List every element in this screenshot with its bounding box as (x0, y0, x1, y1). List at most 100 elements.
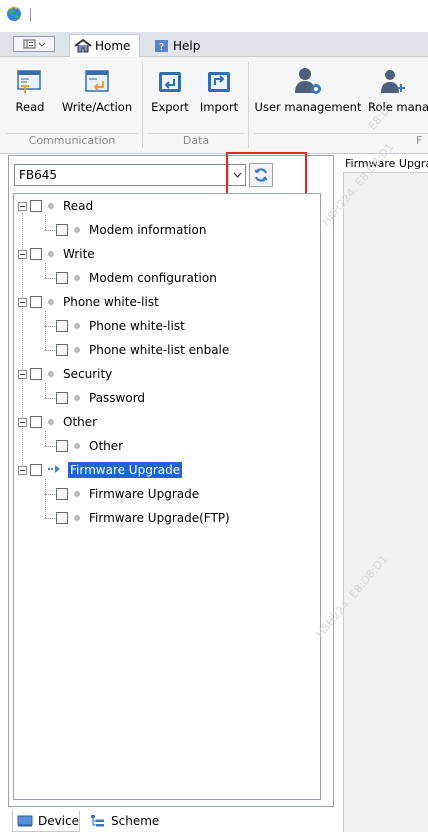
export-icon (159, 72, 181, 92)
tree-node-label: Modem information (89, 223, 207, 237)
bullet-icon (74, 347, 80, 353)
tree-node-password[interactable]: Password (56, 388, 145, 408)
tab-device-label: Device (37, 813, 79, 828)
checkbox[interactable] (30, 296, 42, 308)
tree-node-label: Security (63, 367, 113, 381)
tree-connector (45, 215, 46, 230)
tab-home-label: Home (95, 39, 131, 53)
write-action-button-label: Write/Action (61, 100, 133, 114)
title-separator (30, 8, 31, 22)
bullet-icon (74, 275, 80, 281)
group-separator (142, 62, 143, 148)
tree-node-firmware-upgrade-ftp[interactable]: Firmware Upgrade(FTP) (56, 508, 230, 528)
user-management-button[interactable]: User management (254, 60, 362, 118)
tree-node-label: Firmware Upgrade (89, 487, 200, 501)
tree-connector (45, 398, 55, 399)
bullet-icon (74, 443, 80, 449)
import-icon (208, 72, 230, 92)
tree-node-firmware-upgrade[interactable]: Firmware Upgrade (18, 460, 183, 480)
tree-node-firmware-upgrade-item[interactable]: Firmware Upgrade (56, 484, 199, 504)
tree-node-label: Phone white-list (89, 319, 185, 333)
bullet-icon (74, 323, 80, 329)
tree-connector (45, 326, 55, 327)
bullet-icon (48, 299, 54, 305)
read-icon (17, 70, 41, 93)
checkbox[interactable] (30, 200, 42, 212)
tree-connector (45, 230, 55, 231)
tree-node-phone-white-list-item[interactable]: Phone white-list (56, 316, 185, 336)
checkbox[interactable] (56, 392, 68, 404)
checkbox[interactable] (30, 248, 42, 260)
checkbox[interactable] (56, 224, 68, 236)
read-button[interactable]: Read (10, 60, 50, 118)
bullet-icon (74, 395, 80, 401)
tab-home[interactable]: Home (69, 34, 140, 57)
home-icon (74, 39, 92, 53)
tree-connector (45, 479, 46, 518)
tree-node-read[interactable]: Read (18, 196, 93, 216)
tree-node-phone-white-list[interactable]: Phone white-list (18, 292, 159, 312)
help-icon: ? (155, 39, 168, 53)
tree-node-other-item[interactable]: Other (56, 436, 123, 456)
tree-node-label: Phone white-list (63, 295, 159, 309)
group-separator (248, 62, 249, 148)
tree-node-label: Read (63, 199, 94, 213)
write-action-button[interactable]: Write/Action (58, 60, 136, 118)
user-management-button-label: User management (254, 100, 362, 114)
tree-connector (45, 350, 55, 351)
tree-connector (45, 383, 46, 398)
collapse-toggle[interactable] (18, 417, 27, 427)
tree-node-label-selected: Firmware Upgrade (68, 462, 183, 478)
bullet-icon (48, 419, 54, 425)
tab-device[interactable]: Device (12, 810, 80, 832)
tree-connector (45, 278, 55, 279)
tree-node-label: Phone white-list enbale (89, 343, 230, 357)
svg-text:?: ? (159, 42, 164, 53)
tree-connector (45, 518, 55, 519)
quick-access-toolbar-button[interactable] (13, 36, 55, 52)
bullet-icon (74, 515, 80, 521)
checkbox[interactable] (56, 320, 68, 332)
read-button-label: Read (15, 100, 45, 114)
device-icon (17, 815, 33, 826)
export-button[interactable]: Export (148, 60, 192, 118)
title-bar (0, 0, 428, 32)
bottom-tab-strip: Device Scheme (8, 810, 334, 832)
checkbox[interactable] (30, 368, 42, 380)
group-label-partial: F (416, 134, 423, 147)
collapse-toggle[interactable] (18, 201, 27, 211)
device-select[interactable]: FB645 (14, 164, 246, 186)
tree-connector (45, 263, 46, 278)
tree-node-modem-configuration[interactable]: Modem configuration (56, 268, 217, 288)
arrow-right-icon (48, 463, 64, 477)
collapse-toggle[interactable] (18, 249, 27, 259)
tree-node-other[interactable]: Other (18, 412, 97, 432)
tree-node-write[interactable]: Write (18, 244, 95, 264)
checkbox[interactable] (56, 440, 68, 452)
checkbox[interactable] (56, 272, 68, 284)
bullet-icon (48, 203, 54, 209)
tree-node-modem-information[interactable]: Modem information (56, 220, 206, 240)
tab-help[interactable]: ? Help (152, 34, 212, 57)
collapse-toggle[interactable] (18, 465, 27, 475)
scheme-icon (91, 815, 104, 827)
group-line (254, 133, 428, 134)
tree-connector (45, 431, 46, 446)
checkbox[interactable] (30, 416, 42, 428)
tree-node-phone-white-list-enable[interactable]: Phone white-list enbale (56, 340, 229, 360)
tree-node-label: Write (63, 247, 95, 261)
checkbox[interactable] (56, 488, 68, 500)
tab-scheme[interactable]: Scheme (86, 810, 166, 832)
collapse-toggle[interactable] (18, 297, 27, 307)
tree-node-security[interactable]: Security (18, 364, 112, 384)
checkbox[interactable] (56, 344, 68, 356)
tree-node-label: Modem configuration (89, 271, 217, 285)
group-label-data: Data (182, 134, 210, 147)
tab-scheme-label: Scheme (111, 814, 160, 828)
bullet-icon (74, 227, 80, 233)
checkbox[interactable] (30, 464, 42, 476)
bullet-icon (48, 371, 54, 377)
import-button[interactable]: Import (196, 60, 242, 118)
checkbox[interactable] (56, 512, 68, 524)
collapse-toggle[interactable] (18, 369, 27, 379)
